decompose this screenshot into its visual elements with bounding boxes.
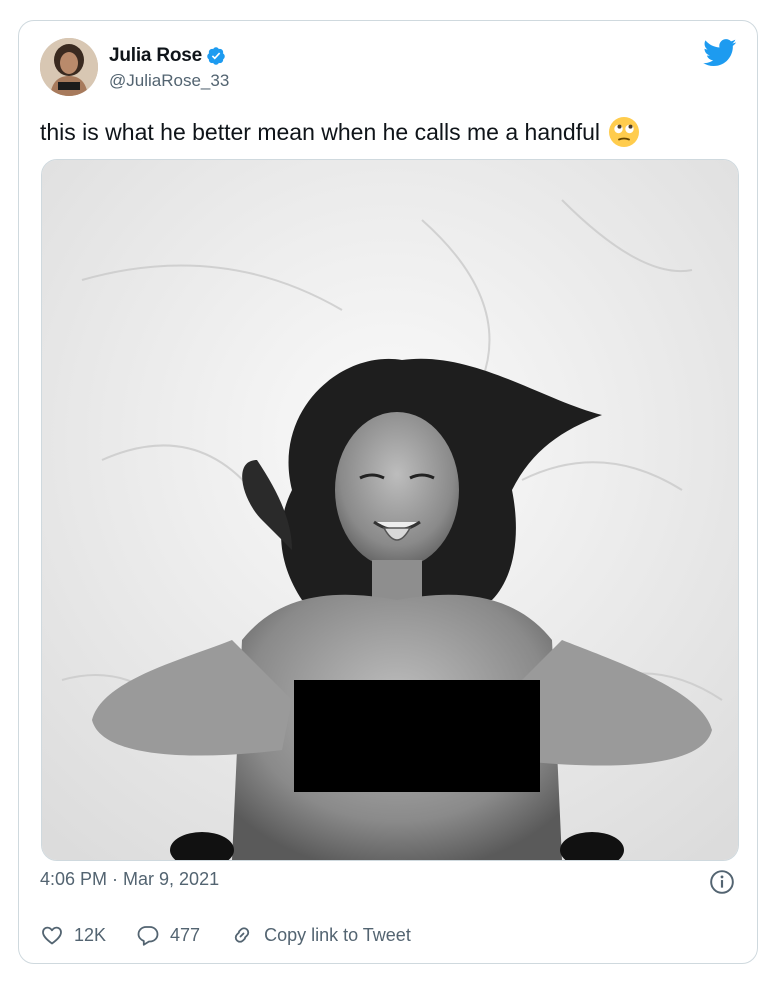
tweet-media-photo[interactable] bbox=[41, 159, 739, 861]
reply-count: 477 bbox=[170, 924, 201, 945]
tweet-text-content: this is what he better mean when he call… bbox=[40, 118, 600, 145]
tweet-card: Julia Rose @JuliaRose_33 this is what he… bbox=[18, 20, 758, 964]
reply-button[interactable]: 477 bbox=[136, 923, 200, 947]
heart-icon bbox=[42, 926, 62, 945]
reply-bubble-icon bbox=[137, 926, 159, 946]
verified-badge-icon bbox=[207, 47, 225, 65]
author-display-name[interactable]: Julia Rose bbox=[109, 45, 202, 67]
link-icon bbox=[234, 927, 250, 943]
avatar-photo-icon bbox=[40, 38, 98, 96]
info-icon[interactable] bbox=[709, 869, 735, 895]
avatar[interactable] bbox=[40, 38, 98, 96]
censor-bar bbox=[294, 680, 540, 792]
photo-image bbox=[42, 160, 738, 860]
rolling-eyes-emoji-icon bbox=[609, 117, 639, 147]
copy-link-button[interactable]: Copy link to Tweet bbox=[230, 923, 411, 947]
twitter-bird-icon[interactable] bbox=[703, 39, 737, 67]
tweet-timestamp[interactable]: 4:06 PM · Mar 9, 2021 bbox=[40, 869, 219, 890]
tweet-text: this is what he better mean when he call… bbox=[40, 116, 730, 148]
tweet-actions: 12K 477 Copy link to Tweet bbox=[40, 923, 441, 947]
like-count: 12K bbox=[74, 924, 107, 945]
like-button[interactable]: 12K bbox=[40, 923, 106, 947]
author-handle[interactable]: @JuliaRose_33 bbox=[109, 71, 229, 91]
copy-link-label: Copy link to Tweet bbox=[264, 924, 411, 945]
author-name-row[interactable]: Julia Rose bbox=[109, 45, 226, 67]
